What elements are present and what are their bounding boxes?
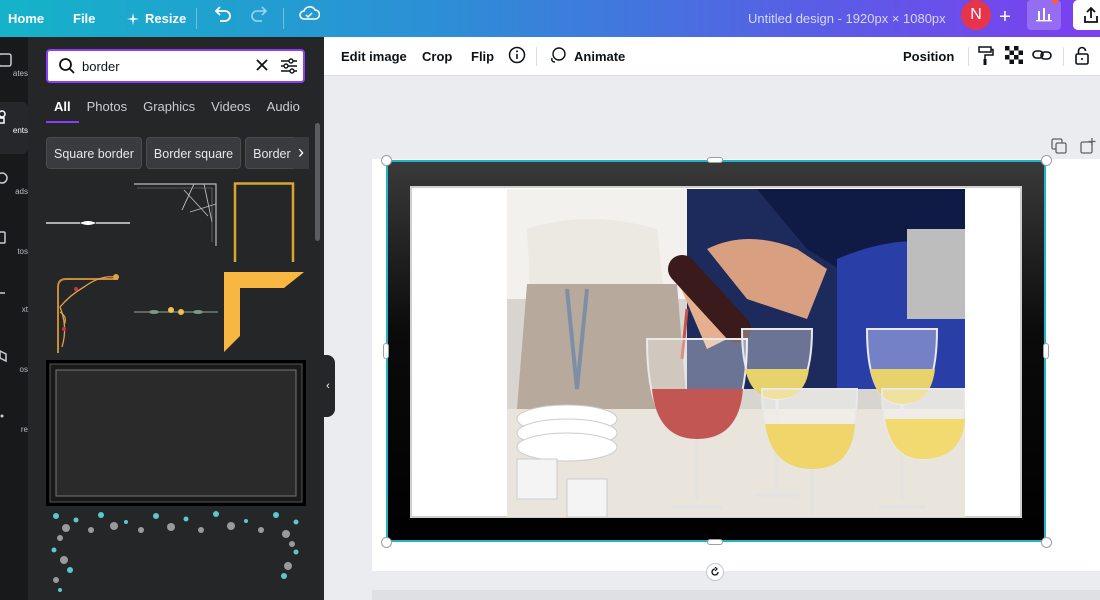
tab-videos[interactable]: Videos	[203, 93, 259, 123]
rotate-handle[interactable]	[706, 563, 724, 581]
suggestion-chips: Square border Border square Border s	[46, 137, 304, 169]
resize-handle-right[interactable]	[1043, 343, 1049, 359]
home-label: Home	[8, 11, 45, 26]
notification-dot	[1052, 0, 1058, 4]
rail-label: ates	[12, 69, 28, 78]
home-button[interactable]: Home	[8, 0, 44, 37]
chips-next-chevron-icon[interactable]: ›	[293, 137, 309, 169]
rail-label: ads	[15, 187, 28, 196]
elements-icon	[0, 110, 6, 124]
transparency-checker-icon[interactable]	[1005, 46, 1023, 64]
templates-icon	[0, 53, 12, 67]
search-box[interactable]	[46, 49, 305, 83]
rail-item-videos[interactable]: os	[0, 347, 28, 387]
paint-roller-icon[interactable]	[977, 46, 995, 66]
topbar-divider	[283, 8, 284, 29]
context-toolbar: Edit image Crop Flip Animate Position	[324, 37, 1100, 76]
content-type-tabs: All Photos Graphics Videos Audio	[46, 93, 308, 123]
more-dots-icon	[0, 414, 4, 418]
tab-photos[interactable]: Photos	[79, 93, 135, 123]
bar-chart-icon	[1036, 8, 1052, 22]
search-icon	[59, 58, 75, 74]
design-title[interactable]: Untitled design - 1920px × 1080px	[748, 0, 946, 37]
resize-handle-top[interactable]	[707, 157, 723, 163]
upload-icon	[0, 172, 8, 184]
crop-button[interactable]: Crop	[422, 37, 452, 76]
chip-square-border[interactable]: Square border	[46, 137, 142, 169]
text-icon	[0, 292, 5, 294]
result-floral-divider[interactable]	[134, 297, 218, 327]
rail-item-templates[interactable]: ates	[0, 45, 28, 95]
collapse-panel-chevron-icon[interactable]: ‹	[321, 355, 335, 417]
flip-button[interactable]: Flip	[471, 37, 494, 76]
insights-button[interactable]	[1027, 0, 1061, 30]
undo-icon[interactable]	[212, 4, 232, 22]
search-input[interactable]	[82, 57, 242, 75]
file-menu-button[interactable]: File	[73, 0, 95, 37]
share-button[interactable]	[1073, 0, 1100, 30]
add-page-icon[interactable]	[1080, 138, 1096, 154]
resize-handle-top-right[interactable]	[1041, 155, 1052, 166]
rail-item-photos[interactable]: tos	[0, 227, 28, 267]
resize-button[interactable]: Resize	[127, 0, 186, 37]
resize-handle-bottom-right[interactable]	[1041, 537, 1052, 548]
file-label: File	[73, 11, 96, 26]
rail-label: ents	[12, 126, 28, 135]
toolbar-divider	[968, 47, 969, 66]
resize-handle-bottom[interactable]	[707, 539, 723, 545]
clear-search-icon[interactable]	[255, 58, 269, 72]
topbar-divider	[196, 8, 197, 29]
photos-icon	[0, 231, 6, 244]
redo-icon[interactable]	[250, 4, 270, 22]
upload-icon	[1084, 6, 1098, 23]
resize-label: Resize	[145, 11, 187, 26]
toolbar-divider	[536, 47, 537, 66]
tab-graphics[interactable]: Graphics	[135, 93, 203, 123]
result-ornate-corner-border[interactable]	[46, 267, 130, 357]
resize-handle-bottom-left[interactable]	[381, 537, 392, 548]
sparkle-icon	[127, 12, 139, 25]
panel-scrollbar[interactable]	[315, 123, 320, 241]
toolbar-divider	[1063, 47, 1064, 66]
rail-item-elements[interactable]: ents	[0, 102, 28, 154]
rail-item-text[interactable]: xt	[0, 287, 28, 327]
result-gold-rectangle-frame[interactable]	[222, 182, 306, 262]
left-icon-rail: ates ents ads tos xt os re	[0, 37, 28, 600]
rail-item-more[interactable]: re	[0, 407, 28, 447]
info-icon[interactable]	[508, 46, 526, 64]
filter-sliders-icon[interactable]	[280, 57, 298, 75]
edit-image-button[interactable]: Edit image	[341, 37, 407, 76]
add-collaborator-button[interactable]: +	[990, 0, 1020, 37]
rail-item-uploads[interactable]: ads	[0, 165, 28, 205]
rail-label: tos	[17, 247, 28, 256]
elements-panel: All Photos Graphics Videos Audio Square …	[28, 37, 324, 600]
top-bar: Home File Resize Untitled design - 1920p…	[0, 0, 1100, 37]
position-button[interactable]: Position	[903, 37, 954, 76]
animate-button[interactable]: Animate	[574, 37, 625, 76]
result-dotted-arch-border[interactable]	[46, 510, 306, 600]
videos-icon	[0, 350, 7, 363]
resize-handle-left[interactable]	[383, 343, 389, 359]
selection-outline	[386, 160, 1046, 542]
rail-label: os	[19, 365, 28, 374]
tab-all[interactable]: All	[46, 93, 79, 123]
result-black-beveled-frame[interactable]	[46, 360, 306, 506]
next-page-edge	[372, 590, 1100, 600]
user-avatar[interactable]: N	[961, 0, 991, 30]
resize-handle-top-left[interactable]	[381, 155, 392, 166]
result-corner-flourish-border[interactable]	[134, 182, 218, 262]
cloud-saved-icon[interactable]	[298, 4, 320, 22]
rail-label: re	[20, 425, 28, 434]
chip-border-square[interactable]: Border square	[145, 137, 242, 169]
rotate-icon	[711, 567, 719, 576]
result-thin-line-border[interactable]	[46, 182, 130, 262]
tab-audio[interactable]: Audio	[259, 93, 308, 123]
animate-icon	[551, 47, 566, 63]
lock-icon[interactable]	[1074, 46, 1090, 66]
result-gold-corner-border[interactable]	[222, 270, 306, 354]
link-icon[interactable]	[1032, 46, 1052, 64]
duplicate-page-icon[interactable]	[1051, 138, 1067, 154]
